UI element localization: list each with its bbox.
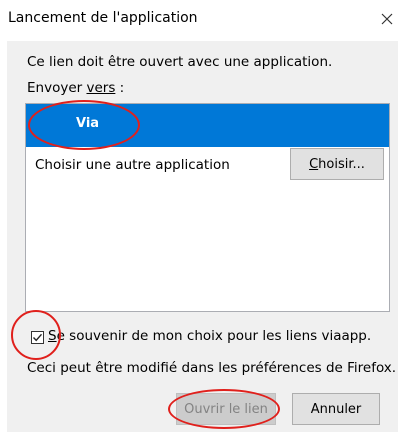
remember-label[interactable]: Se souvenir de mon choix pour les liens … (48, 328, 371, 344)
send-to-access-key: vers (86, 80, 116, 96)
send-to-suffix: : (115, 80, 125, 96)
close-button[interactable] (376, 7, 398, 31)
remember-checkbox[interactable] (31, 331, 44, 344)
choose-button-access-key: C (309, 156, 319, 172)
preferences-hint: Ceci peut être modifié dans les préféren… (27, 360, 397, 376)
checkmark-icon (32, 333, 43, 342)
cancel-button[interactable]: Annuler (292, 393, 380, 425)
send-to-label: Envoyer vers : (27, 80, 124, 96)
choose-button-label: hoisir... (318, 156, 365, 172)
app-list-item-choose-other[interactable]: Choisir une autre application (35, 157, 230, 173)
app-list-item-via-label: Via (76, 116, 100, 131)
send-to-prefix: Envoyer (27, 80, 87, 96)
remember-label-text: e souvenir de mon choix pour les liens v… (56, 328, 372, 344)
dialog-title: Lancement de l'application (8, 10, 198, 26)
open-link-button[interactable]: Ouvrir le lien (176, 393, 276, 425)
remember-access-key: S (48, 328, 57, 344)
close-icon (381, 13, 393, 25)
choose-button[interactable]: Choisir... (290, 148, 384, 180)
dialog-message: Ce lien doit être ouvert avec une applic… (27, 54, 333, 70)
